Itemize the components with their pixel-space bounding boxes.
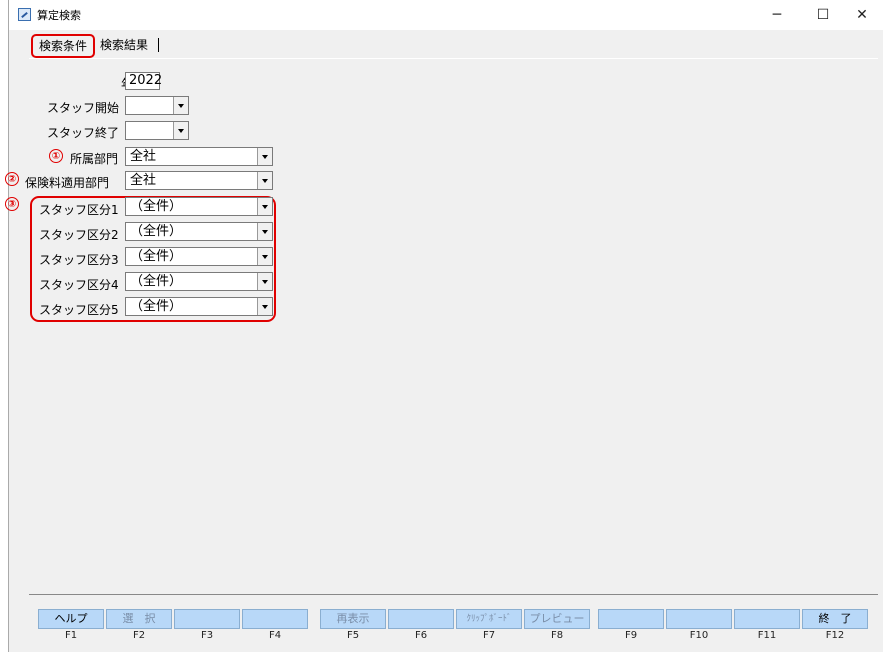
year-input[interactable]: 2022 <box>125 72 162 90</box>
chevron-down-icon[interactable] <box>257 172 272 189</box>
main-window: 算定検索 ─ ☐ ✕ 検索条件 検索結果 年度 2022 スタッフ開始 スタッフ… <box>5 0 883 652</box>
insurance-dept-select[interactable]: 全社 <box>125 171 273 190</box>
fkey-f11-button[interactable] <box>734 609 800 629</box>
fkey-f7-clipboard-button[interactable]: ｸﾘｯﾌﾟﾎﾞｰﾄﾞ <box>456 609 522 629</box>
fkey-f8-label: F8 <box>550 630 564 641</box>
fkey-f7-label: F7 <box>482 630 496 641</box>
staff-category-5-select[interactable]: （全件） <box>125 297 273 316</box>
fkey-f2-label: F2 <box>132 630 146 641</box>
tab-search-results[interactable]: 検索結果 <box>96 36 152 54</box>
fkey-f5-refresh-button[interactable]: 再表示 <box>320 609 386 629</box>
fkey-f2-select-button[interactable]: 選 択 <box>106 609 172 629</box>
fkey-f9-label: F9 <box>624 630 638 641</box>
annotation-marker-3: ③ <box>5 197 19 211</box>
fkey-f12-label: F12 <box>825 630 845 641</box>
staff-category-4-label: スタッフ区分4 <box>39 278 119 292</box>
staff-category-3-select[interactable]: （全件） <box>125 247 273 266</box>
staff-category-5-label: スタッフ区分5 <box>39 303 119 317</box>
staff-category-1-select[interactable]: （全件） <box>125 197 273 216</box>
fkey-f1-help-button[interactable]: ヘルプ <box>38 609 104 629</box>
annotation-marker-1: ① <box>49 149 63 163</box>
chevron-down-icon[interactable] <box>257 148 272 165</box>
fkey-f11-label: F11 <box>757 630 777 641</box>
fkey-f4-label: F4 <box>268 630 282 641</box>
tab-separator <box>158 38 159 52</box>
tab-search-conditions[interactable]: 検索条件 <box>31 34 96 58</box>
staff-category-2-label: スタッフ区分2 <box>39 228 119 242</box>
title-bar: 算定検索 ─ ☐ ✕ <box>9 0 883 30</box>
chevron-down-icon[interactable] <box>257 223 272 240</box>
staff-end-label: スタッフ終了 <box>47 126 120 140</box>
fkey-f6-button[interactable] <box>388 609 454 629</box>
insurance-dept-label: 保険料適用部門 <box>25 176 110 190</box>
staff-category-4-select[interactable]: （全件） <box>125 272 273 291</box>
window-title: 算定検索 <box>37 9 81 22</box>
fkey-f1-label: F1 <box>64 630 78 641</box>
staff-end-select[interactable] <box>125 121 189 140</box>
fkey-f5-label: F5 <box>346 630 360 641</box>
chevron-down-icon[interactable] <box>257 298 272 315</box>
dept-label: 所属部門 <box>70 152 119 166</box>
app-icon <box>18 8 31 21</box>
chevron-down-icon[interactable] <box>257 273 272 290</box>
staff-start-select[interactable] <box>125 96 189 115</box>
chevron-down-icon[interactable] <box>257 198 272 215</box>
fkey-f10-button[interactable] <box>666 609 732 629</box>
staff-category-3-label: スタッフ区分3 <box>39 253 119 267</box>
staff-category-2-select[interactable]: （全件） <box>125 222 273 241</box>
dept-select[interactable]: 全社 <box>125 147 273 166</box>
fkey-f3-label: F3 <box>200 630 214 641</box>
minimize-button[interactable]: ─ <box>754 0 800 30</box>
fkey-f9-button[interactable] <box>598 609 664 629</box>
staff-start-label: スタッフ開始 <box>47 101 120 115</box>
fkey-f3-button[interactable] <box>174 609 240 629</box>
chevron-down-icon[interactable] <box>173 97 188 114</box>
close-button[interactable]: ✕ <box>839 0 883 30</box>
tab-bar: 検索条件 検索結果 <box>9 34 883 58</box>
chevron-down-icon[interactable] <box>173 122 188 139</box>
fkey-f6-label: F6 <box>414 630 428 641</box>
fkey-f12-exit-button[interactable]: 終 了 <box>802 609 868 629</box>
annotation-marker-2: ② <box>5 172 19 186</box>
fkey-f10-label: F10 <box>689 630 709 641</box>
staff-category-1-label: スタッフ区分1 <box>39 203 119 217</box>
chevron-down-icon[interactable] <box>257 248 272 265</box>
fkey-f8-preview-button[interactable]: プレビュー <box>524 609 590 629</box>
fkey-f4-button[interactable] <box>242 609 308 629</box>
